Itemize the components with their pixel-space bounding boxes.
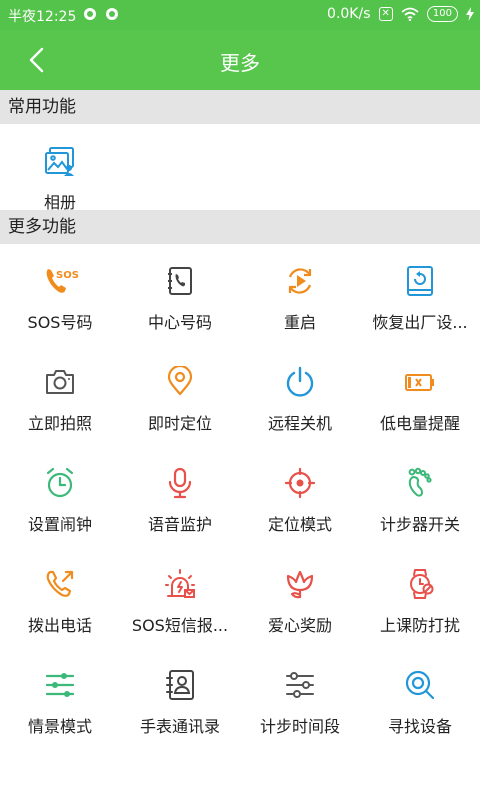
- page-title: 更多: [220, 51, 260, 75]
- search-device-icon: [404, 669, 436, 701]
- tile-take-photo[interactable]: 立即拍照: [0, 366, 120, 462]
- tile-remote-shutdown[interactable]: 远程关机: [240, 366, 360, 462]
- section-header-common: 常用功能: [0, 90, 480, 124]
- tile-label: SOS号码: [27, 313, 93, 332]
- contacts-icon: [164, 669, 196, 701]
- low-battery-icon: [404, 366, 436, 398]
- notification-dot-icon: [106, 8, 118, 20]
- alarm-clock-icon: [44, 467, 76, 499]
- tile-label: 计步器开关: [379, 515, 460, 534]
- tile-label: 爱心奖励: [267, 616, 332, 635]
- status-bar: 半夜12:25 0.0K/s ✕ 100: [0, 0, 480, 30]
- tile-step-time-period[interactable]: 计步时间段: [240, 669, 360, 765]
- sliders-icon: [44, 669, 76, 701]
- camera-icon: [44, 366, 76, 398]
- factory-reset-icon: [404, 265, 436, 297]
- tile-label: 即时定位: [147, 414, 212, 433]
- tile-label: 寻找设备: [387, 717, 452, 736]
- tile-class-dnd[interactable]: 上课防打扰: [360, 568, 480, 664]
- power-icon: [284, 366, 316, 398]
- flower-icon: [284, 568, 316, 600]
- tile-label: 设置闹钟: [27, 515, 92, 534]
- step-time-sliders-icon: [284, 669, 316, 701]
- tile-label: 上课防打扰: [379, 616, 460, 635]
- tile-location-mode[interactable]: 定位模式: [240, 467, 360, 563]
- watch-icon: [404, 568, 436, 600]
- tile-outgoing-call[interactable]: 拨出电话: [0, 568, 120, 664]
- restart-icon: [284, 265, 316, 297]
- status-right: 0.0K/s ✕ 100: [327, 6, 474, 22]
- tile-find-device[interactable]: 寻找设备: [360, 669, 480, 765]
- footprint-icon: [404, 467, 436, 499]
- location-pin-icon: [164, 366, 196, 398]
- tile-label: 定位模式: [267, 515, 332, 534]
- tile-label: SOS短信报...: [131, 616, 229, 635]
- tile-label: 中心号码: [147, 313, 212, 332]
- tile-label: 重启: [283, 313, 316, 332]
- tile-label: 远程关机: [267, 414, 332, 433]
- tile-pedometer-switch[interactable]: 计步器开关: [360, 467, 480, 563]
- tile-sos-number[interactable]: SOS SOS号码: [0, 265, 120, 361]
- tile-label: 低电量提醒: [379, 414, 460, 433]
- tile-voice-monitor[interactable]: 语音监护: [120, 467, 240, 563]
- microphone-icon: [164, 467, 196, 499]
- tile-label: 情景模式: [27, 717, 92, 736]
- no-sim-icon: ✕: [378, 7, 393, 21]
- tile-label: 计步时间段: [259, 717, 340, 736]
- target-icon: [284, 467, 316, 499]
- sos-phone-icon: SOS: [44, 265, 79, 297]
- tile-center-number[interactable]: 中心号码: [120, 265, 240, 361]
- network-speed: 0.0K/s: [327, 6, 371, 22]
- tile-restart[interactable]: 重启: [240, 265, 360, 361]
- charging-icon: [466, 7, 474, 21]
- sos-alarm-icon: [164, 568, 196, 600]
- tile-low-battery-alert[interactable]: 低电量提醒: [360, 366, 480, 462]
- photo-album-icon: [44, 145, 76, 177]
- status-time: 半夜12:25: [8, 9, 77, 25]
- sos-text: SOS: [56, 270, 79, 281]
- tile-love-reward[interactable]: 爱心奖励: [240, 568, 360, 664]
- wifi-icon: [401, 7, 419, 21]
- tile-label: 语音监护: [147, 515, 212, 534]
- tile-scene-mode[interactable]: 情景模式: [0, 669, 120, 765]
- tile-factory-reset[interactable]: 恢复出厂设...: [360, 265, 480, 361]
- tile-label: 立即拍照: [27, 414, 92, 433]
- tile-label: 拨出电话: [27, 616, 92, 635]
- section-header-more: 更多功能: [0, 210, 480, 244]
- battery-icon: 100: [426, 6, 458, 22]
- tile-set-alarm[interactable]: 设置闹钟: [0, 467, 120, 563]
- tile-watch-contacts[interactable]: 手表通讯录: [120, 669, 240, 765]
- app-bar: 更多: [0, 30, 480, 90]
- notification-dot-icon: [84, 8, 96, 20]
- tile-instant-location[interactable]: 即时定位: [120, 366, 240, 462]
- outgoing-call-icon: [44, 568, 76, 600]
- center-phone-icon: [164, 265, 196, 297]
- tile-label: 手表通讯录: [139, 717, 220, 736]
- tile-label: 恢复出厂设...: [372, 313, 468, 332]
- tile-sos-sms-alarm[interactable]: SOS短信报...: [120, 568, 240, 664]
